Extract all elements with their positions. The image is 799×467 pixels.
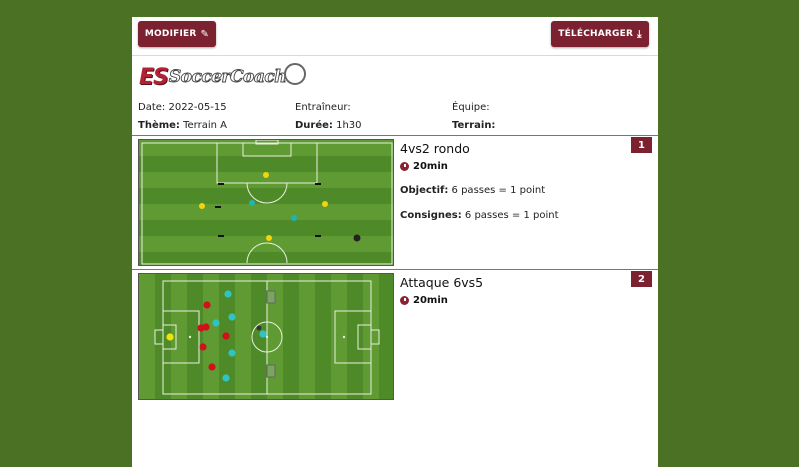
logo-name: SoccerCoach <box>168 67 287 88</box>
session-date: Date: 2022-05-15 <box>138 102 227 113</box>
ball <box>256 325 262 331</box>
date-label: Date: <box>138 102 166 113</box>
duration-text: 20min <box>413 161 448 172</box>
instructions-value: 6 passes = 1 point <box>464 210 559 221</box>
player-yellow <box>266 235 272 241</box>
logo-prefix: ES <box>139 64 169 90</box>
player-yellow <box>263 172 269 178</box>
modifier-button[interactable]: MODIFIER ✎ <box>138 21 216 47</box>
clock-icon <box>400 162 409 171</box>
exercise-2-duration: 20min <box>400 295 448 306</box>
team-label: Équipe: <box>452 102 490 113</box>
trainer-label: Entraîneur: <box>295 102 351 113</box>
download-icon: ⤓ <box>637 28 642 40</box>
session-field: Terrain: <box>452 120 495 131</box>
player-yellow <box>322 201 328 207</box>
session-sheet: MODIFIER ✎ TÉLÉCHARGER ⤓ ES SoccerCoach … <box>132 17 658 467</box>
exercise-1-number-badge: 1 <box>631 137 652 153</box>
player-cyan <box>291 215 297 221</box>
soccer-ball-icon <box>284 63 307 85</box>
divider <box>132 135 658 136</box>
exercise-1-title: 4vs2 rondo <box>400 141 470 156</box>
pencil-icon: ✎ <box>200 28 210 40</box>
exercise-1-duration: 20min <box>400 161 448 172</box>
divider <box>132 269 658 270</box>
theme-label: Thème: <box>138 120 180 131</box>
escoccercoach-logo: ES SoccerCoach <box>139 63 307 91</box>
goalkeeper-yellow <box>166 333 174 341</box>
instructions-label: Consignes: <box>400 210 462 221</box>
date-value: 2022-05-15 <box>168 102 227 113</box>
player-yellow <box>199 203 205 209</box>
session-team: Équipe: <box>452 102 490 113</box>
modifier-label: MODIFIER <box>144 29 197 39</box>
exercise-2-number-badge: 2 <box>631 271 652 287</box>
duration-text: 20min <box>413 295 448 306</box>
objective-value: 6 passes = 1 point <box>451 185 546 196</box>
session-trainer: Entraîneur: <box>295 102 351 113</box>
exercise-2-title: Attaque 6vs5 <box>400 275 484 290</box>
exercise-1-objective: Objectif: 6 passes = 1 point <box>400 185 545 196</box>
telecharger-label: TÉLÉCHARGER <box>558 29 634 39</box>
session-duration: Durée: 1h30 <box>295 120 362 131</box>
field-label: Terrain: <box>452 120 496 131</box>
telecharger-button[interactable]: TÉLÉCHARGER ⤓ <box>551 21 649 47</box>
exercise-1-diagram[interactable] <box>138 139 394 266</box>
objective-label: Objectif: <box>400 185 449 196</box>
clock-icon <box>400 296 409 305</box>
player-cyan <box>249 200 255 206</box>
ball-pile <box>353 234 361 242</box>
exercise-2-diagram[interactable] <box>138 273 394 400</box>
toolbar: MODIFIER ✎ TÉLÉCHARGER ⤓ <box>132 17 658 56</box>
exercise-1-instructions: Consignes: 6 passes = 1 point <box>400 210 559 221</box>
duration-value: 1h30 <box>336 120 362 131</box>
theme-value: Terrain A <box>183 120 227 131</box>
duration-label: Durée: <box>295 120 333 131</box>
session-theme: Thème: Terrain A <box>138 120 227 131</box>
